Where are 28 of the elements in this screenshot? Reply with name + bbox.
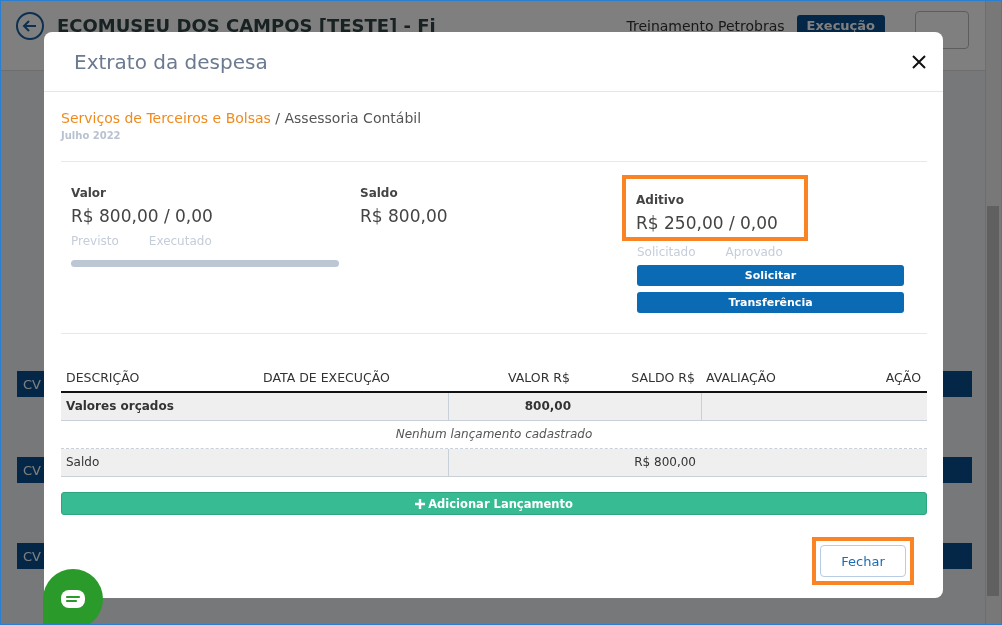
legend-label: Aprovado: [725, 245, 783, 259]
action-button[interactable]: Transferência: [637, 292, 904, 313]
plus-icon: [415, 498, 426, 509]
client-name: Treinamento Petrobras: [626, 17, 785, 34]
action-button[interactable]: Solicitar: [637, 265, 904, 286]
stat-label: Saldo: [360, 186, 398, 200]
back-icon[interactable]: [15, 11, 45, 41]
close-dialog-button[interactable]: Fechar: [820, 545, 906, 577]
scrollbar[interactable]: [985, 1, 1001, 624]
legend-label: Executado: [148, 234, 212, 248]
page-title: ECOMUSEU DOS CAMPOS [TESTE] - Fi: [57, 14, 437, 36]
close-icon: [911, 53, 927, 70]
table-cell: 800,00: [448, 393, 576, 421]
table-cell: R$ 800,00: [448, 449, 701, 477]
chat-button[interactable]: [43, 569, 103, 624]
modal-title: Extrato da despesa: [74, 49, 268, 74]
breadcrumb: Serviços de Terceiros e Bolsas / Assessoria Contábil: [61, 110, 423, 126]
chat-icon: [60, 589, 86, 609]
stat-amount: R$ 800,00: [360, 206, 448, 226]
stat-label: Valor: [71, 186, 106, 200]
table-cell: Valores orçados: [61, 393, 448, 421]
stat-amount: R$ 800,00 / 0,00: [71, 206, 213, 226]
legend-label: Previsto: [71, 234, 119, 248]
table-cell: Saldo: [61, 449, 448, 477]
legend-label: Solicitado: [637, 245, 696, 259]
period-label: Julho 2022: [61, 130, 122, 141]
stat-amount: R$ 250,00 / 0,00: [636, 213, 778, 233]
stat-label: Aditivo: [636, 193, 685, 207]
